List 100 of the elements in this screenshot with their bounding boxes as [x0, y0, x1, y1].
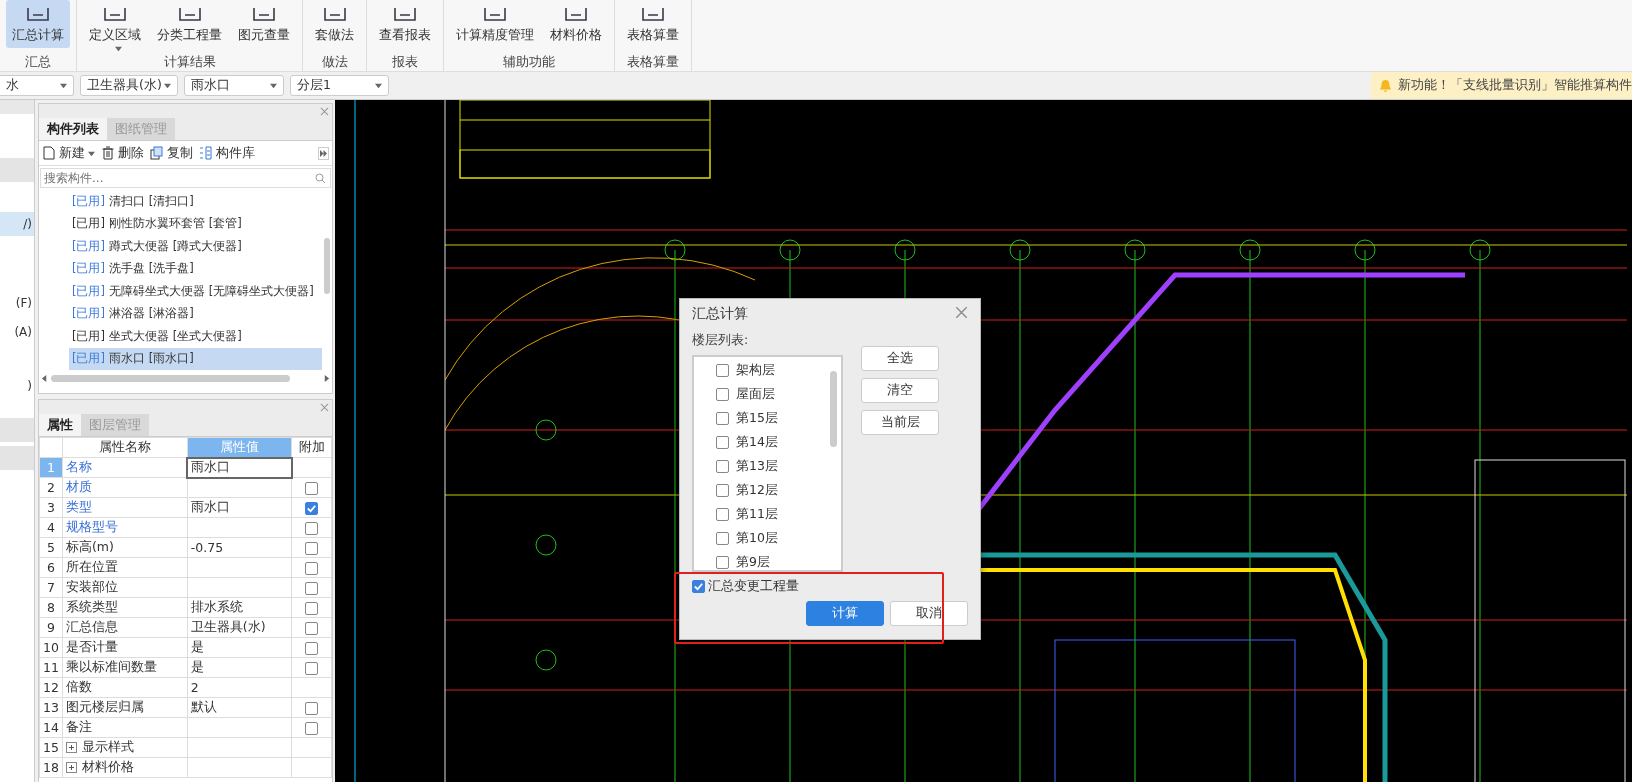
expand-icon[interactable] — [65, 762, 77, 773]
property-value[interactable]: 雨水口 — [187, 457, 292, 478]
component-name: 刚性防水翼环套管 [套管] — [109, 216, 242, 232]
component-item[interactable]: [已用] 淋浴器 [淋浴器] — [69, 302, 322, 325]
dialog-button[interactable]: 当前层 — [861, 410, 939, 435]
property-value[interactable]: 2 — [187, 677, 292, 698]
property-value[interactable] — [187, 477, 292, 498]
property-name: 材料价格 — [62, 757, 188, 778]
checkbox[interactable] — [305, 722, 318, 735]
checkbox[interactable] — [305, 522, 318, 535]
scroll-left-icon[interactable] — [41, 374, 48, 382]
close-icon[interactable] — [320, 106, 329, 116]
dropdown[interactable]: 卫生器具(水) — [80, 75, 178, 96]
component-item[interactable]: [已用] 洗手盘 [洗手盘] — [69, 257, 322, 280]
caret-icon[interactable] — [270, 82, 277, 89]
property-value[interactable]: 是 — [187, 657, 292, 678]
trash-icon — [101, 146, 115, 160]
checkbox[interactable] — [305, 622, 318, 635]
toolbar-button[interactable]: 复制 — [150, 144, 193, 162]
ribbon-button[interactable]: 定义区域 — [83, 0, 147, 48]
component-item[interactable]: [已用] 坐式大便器 [坐式大便器] — [69, 325, 322, 348]
checkbox[interactable] — [305, 602, 318, 615]
side-row[interactable]: (F) — [0, 291, 34, 315]
checkbox[interactable] — [305, 582, 318, 595]
checkbox[interactable] — [716, 532, 729, 545]
row-number: 9 — [39, 617, 63, 638]
component-name: 蹲式大便器 [蹲式大便器] — [109, 238, 242, 254]
side-row[interactable]: (A) — [0, 320, 34, 344]
checkbox[interactable] — [716, 508, 729, 521]
property-value[interactable]: 雨水口 — [187, 497, 292, 518]
component-item[interactable]: [已用] 蹲式大便器 [蹲式大便器] — [69, 235, 322, 258]
checkbox[interactable] — [305, 642, 318, 655]
ribbon-button[interactable]: 套做法 — [309, 0, 360, 48]
scroll-right-icon[interactable] — [323, 374, 330, 382]
row-number: 14 — [39, 717, 63, 738]
checkbox[interactable] — [716, 436, 729, 449]
checkbox[interactable] — [305, 482, 318, 495]
close-icon[interactable] — [320, 402, 329, 412]
dropdown[interactable]: 水 — [0, 75, 74, 96]
ribbon-button[interactable]: 计算精度管理 — [450, 0, 540, 48]
checkbox[interactable] — [305, 562, 318, 575]
property-name: 所在位置 — [62, 557, 188, 578]
dialog-button[interactable]: 全选 — [861, 346, 939, 371]
ribbon-button[interactable]: 分类工程量 — [151, 0, 228, 48]
ribbon-button[interactable]: 材料价格 — [544, 0, 608, 48]
component-name: 无障碍坐式大便器 [无障碍坐式大便器] — [109, 283, 314, 299]
row-number: 1 — [39, 457, 63, 478]
checkbox[interactable] — [716, 412, 729, 425]
component-item[interactable]: [已用] 无障碍坐式大便器 [无障碍坐式大便器] — [69, 280, 322, 303]
checkbox[interactable] — [716, 388, 729, 401]
caret-icon[interactable] — [115, 45, 122, 52]
component-item[interactable]: [已用] 刚性防水翼环套管 [套管] — [69, 212, 322, 235]
search-field[interactable]: 搜索构件... — [40, 168, 331, 188]
dropdown[interactable]: 雨水口 — [184, 75, 284, 96]
expand-icon[interactable] — [65, 742, 77, 753]
checkbox[interactable] — [716, 556, 729, 569]
scrollbar-thumb[interactable] — [51, 374, 290, 382]
more-icon[interactable] — [320, 149, 327, 157]
ribbon-button[interactable]: 表格算量 — [621, 0, 685, 48]
property-name: 材质 — [62, 477, 188, 498]
property-value[interactable]: 是 — [187, 637, 292, 658]
side-row[interactable]: ) — [0, 374, 34, 398]
property-value[interactable]: -0.75 — [187, 537, 292, 558]
dialog-button[interactable]: 清空 — [861, 378, 939, 403]
side-row[interactable]: /) — [0, 212, 34, 236]
toolbar-button[interactable]: 构件库 — [199, 144, 255, 162]
ribbon-button[interactable]: 汇总计算 — [6, 0, 70, 48]
caret-icon[interactable] — [375, 82, 382, 89]
column-header: 附加 — [291, 437, 332, 458]
checkbox[interactable] — [305, 662, 318, 675]
checkbox[interactable] — [305, 542, 318, 555]
tool-icon — [391, 6, 419, 22]
component-item[interactable]: [已用] 清扫口 [清扫口] — [69, 190, 322, 213]
property-value[interactable]: 排水系统 — [187, 597, 292, 618]
caret-icon[interactable] — [88, 149, 95, 157]
checkbox[interactable] — [716, 484, 729, 497]
panel-tab[interactable]: 构件列表 — [39, 118, 107, 140]
property-value[interactable]: 默认 — [187, 697, 292, 718]
checkbox[interactable] — [692, 580, 705, 593]
ribbon-button[interactable]: 图元查量 — [232, 0, 296, 48]
property-value[interactable]: 卫生器具(水) — [187, 617, 292, 638]
component-name: 雨水口 [雨水口] — [109, 351, 194, 367]
scrollbar-thumb[interactable] — [830, 371, 837, 447]
panel-tab[interactable]: 属性 — [39, 414, 81, 436]
calculate-button[interactable]: 计算 — [806, 601, 884, 626]
checkbox[interactable] — [716, 364, 729, 377]
checkbox[interactable] — [305, 702, 318, 715]
row-number: 8 — [39, 597, 63, 618]
cancel-button[interactable]: 取消 — [890, 601, 968, 626]
toolbar-button[interactable]: 新建 — [42, 144, 95, 162]
toolbar-button[interactable]: 删除 — [101, 144, 144, 162]
scrollbar-thumb[interactable] — [324, 238, 330, 294]
component-item[interactable]: [已用] 雨水口 [雨水口] — [69, 347, 322, 370]
used-tag: [已用] — [72, 193, 105, 209]
checkbox[interactable] — [716, 460, 729, 473]
caret-icon[interactable] — [60, 82, 67, 89]
dropdown[interactable]: 分层1 — [290, 75, 389, 96]
ribbon-button[interactable]: 查看报表 — [373, 0, 437, 48]
checkbox[interactable] — [305, 502, 318, 515]
caret-icon[interactable] — [164, 82, 171, 89]
